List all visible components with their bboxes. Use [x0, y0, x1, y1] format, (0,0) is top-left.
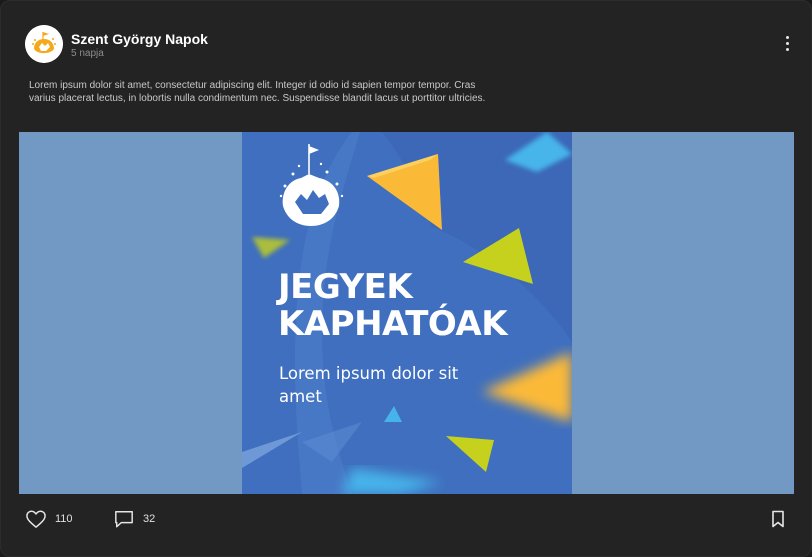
save-button[interactable] [771, 510, 785, 533]
festival-logo-icon [25, 25, 63, 63]
comment-count: 32 [143, 513, 156, 525]
page-name[interactable]: Szent György Napok [71, 31, 208, 47]
poster-title-line-2: KAPHATÓAK [278, 304, 508, 344]
comment-button[interactable]: 32 [113, 507, 155, 531]
more-vertical-icon [785, 36, 789, 39]
like-button[interactable]: 110 [25, 507, 73, 531]
poster-title-line-1: JEGYEK [278, 267, 413, 307]
post-actions: 110 32 [25, 507, 789, 533]
like-count: 110 [55, 513, 73, 525]
post-card: Szent György Napok 5 napja Lorem ipsum d… [0, 0, 812, 557]
dragon-knight-logo-icon [279, 144, 344, 226]
bookmark-icon [772, 510, 784, 528]
poster-title: JEGYEK KAPHATÓAK [278, 267, 508, 344]
comment-icon [115, 511, 133, 528]
heart-icon [26, 510, 46, 528]
event-poster: JEGYEK KAPHATÓAK Lorem ipsum dolor sit a… [242, 132, 572, 494]
post-caption: Lorem ipsum dolor sit amet, consectetur … [29, 80, 486, 104]
more-options-button[interactable] [781, 33, 793, 55]
post-timestamp: 5 napja [71, 48, 104, 59]
poster-subtitle: Lorem ipsum dolor sit amet [279, 364, 459, 406]
post-media[interactable]: JEGYEK KAPHATÓAK Lorem ipsum dolor sit a… [19, 132, 794, 494]
post-header: Szent György Napok 5 napja [25, 25, 789, 65]
avatar[interactable] [25, 25, 63, 63]
